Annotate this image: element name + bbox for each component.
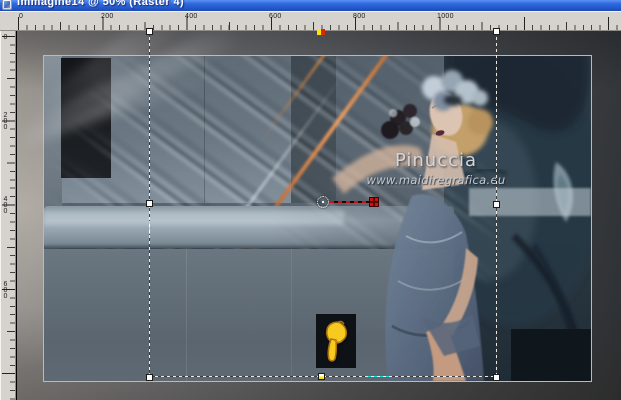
ruler-label: 600 bbox=[269, 13, 282, 20]
deform-box-cyan-dashes bbox=[368, 376, 392, 377]
photo-seam bbox=[186, 249, 187, 381]
deform-handle-middle-right[interactable] bbox=[493, 201, 500, 208]
photo-seam bbox=[291, 249, 292, 381]
ruler-label: 0 bbox=[2, 34, 9, 40]
ruler-label: 600 bbox=[2, 281, 9, 299]
ruler-label: 1000 bbox=[437, 13, 454, 20]
deform-handle-bottom-left[interactable] bbox=[146, 374, 153, 381]
image-editor-window: Immagine14 @ 50% (Raster 4) 0 200 400 60… bbox=[0, 0, 621, 400]
horizontal-ruler-ticks bbox=[0, 12, 621, 30]
deform-handle-bottom-right[interactable] bbox=[493, 374, 500, 381]
horizontal-ruler[interactable]: 0 200 400 600 800 1000 bbox=[0, 11, 621, 31]
ruler-label: 0 bbox=[19, 13, 24, 20]
ruler-label: 800 bbox=[353, 13, 366, 20]
ruler-label: 400 bbox=[185, 13, 198, 20]
image-layer[interactable]: Pinuccia www.maidiregrafica.eu bbox=[43, 55, 592, 382]
deform-handle-top-left[interactable] bbox=[146, 28, 153, 35]
canvas-area[interactable]: Pinuccia www.maidiregrafica.eu bbox=[17, 31, 621, 400]
deform-handle-top-right[interactable] bbox=[493, 28, 500, 35]
deform-handle-bottom-center[interactable] bbox=[318, 373, 325, 380]
ruler-label: 400 bbox=[2, 196, 9, 214]
image-window-icon bbox=[2, 0, 12, 10]
window-title-bar[interactable]: Immagine14 @ 50% (Raster 4) bbox=[0, 0, 621, 11]
rotation-handle-icon[interactable] bbox=[369, 197, 379, 207]
deform-box-yellow-dashes bbox=[149, 221, 150, 234]
ruler-label: 200 bbox=[2, 112, 9, 130]
ruler-label: 200 bbox=[101, 13, 114, 20]
photo-light-band bbox=[469, 188, 591, 216]
hand-pointing-down-icon bbox=[325, 320, 348, 362]
vertical-ruler-ticks bbox=[1, 31, 15, 400]
vertical-ruler[interactable]: 0 200 400 600 bbox=[0, 31, 16, 400]
window-title: Immagine14 @ 50% (Raster 4) bbox=[17, 0, 185, 8]
ruler-position-marker bbox=[317, 29, 325, 35]
rotation-pivot-icon[interactable] bbox=[317, 196, 329, 208]
deform-handle-middle-left[interactable] bbox=[146, 200, 153, 207]
rotation-line bbox=[330, 201, 370, 203]
